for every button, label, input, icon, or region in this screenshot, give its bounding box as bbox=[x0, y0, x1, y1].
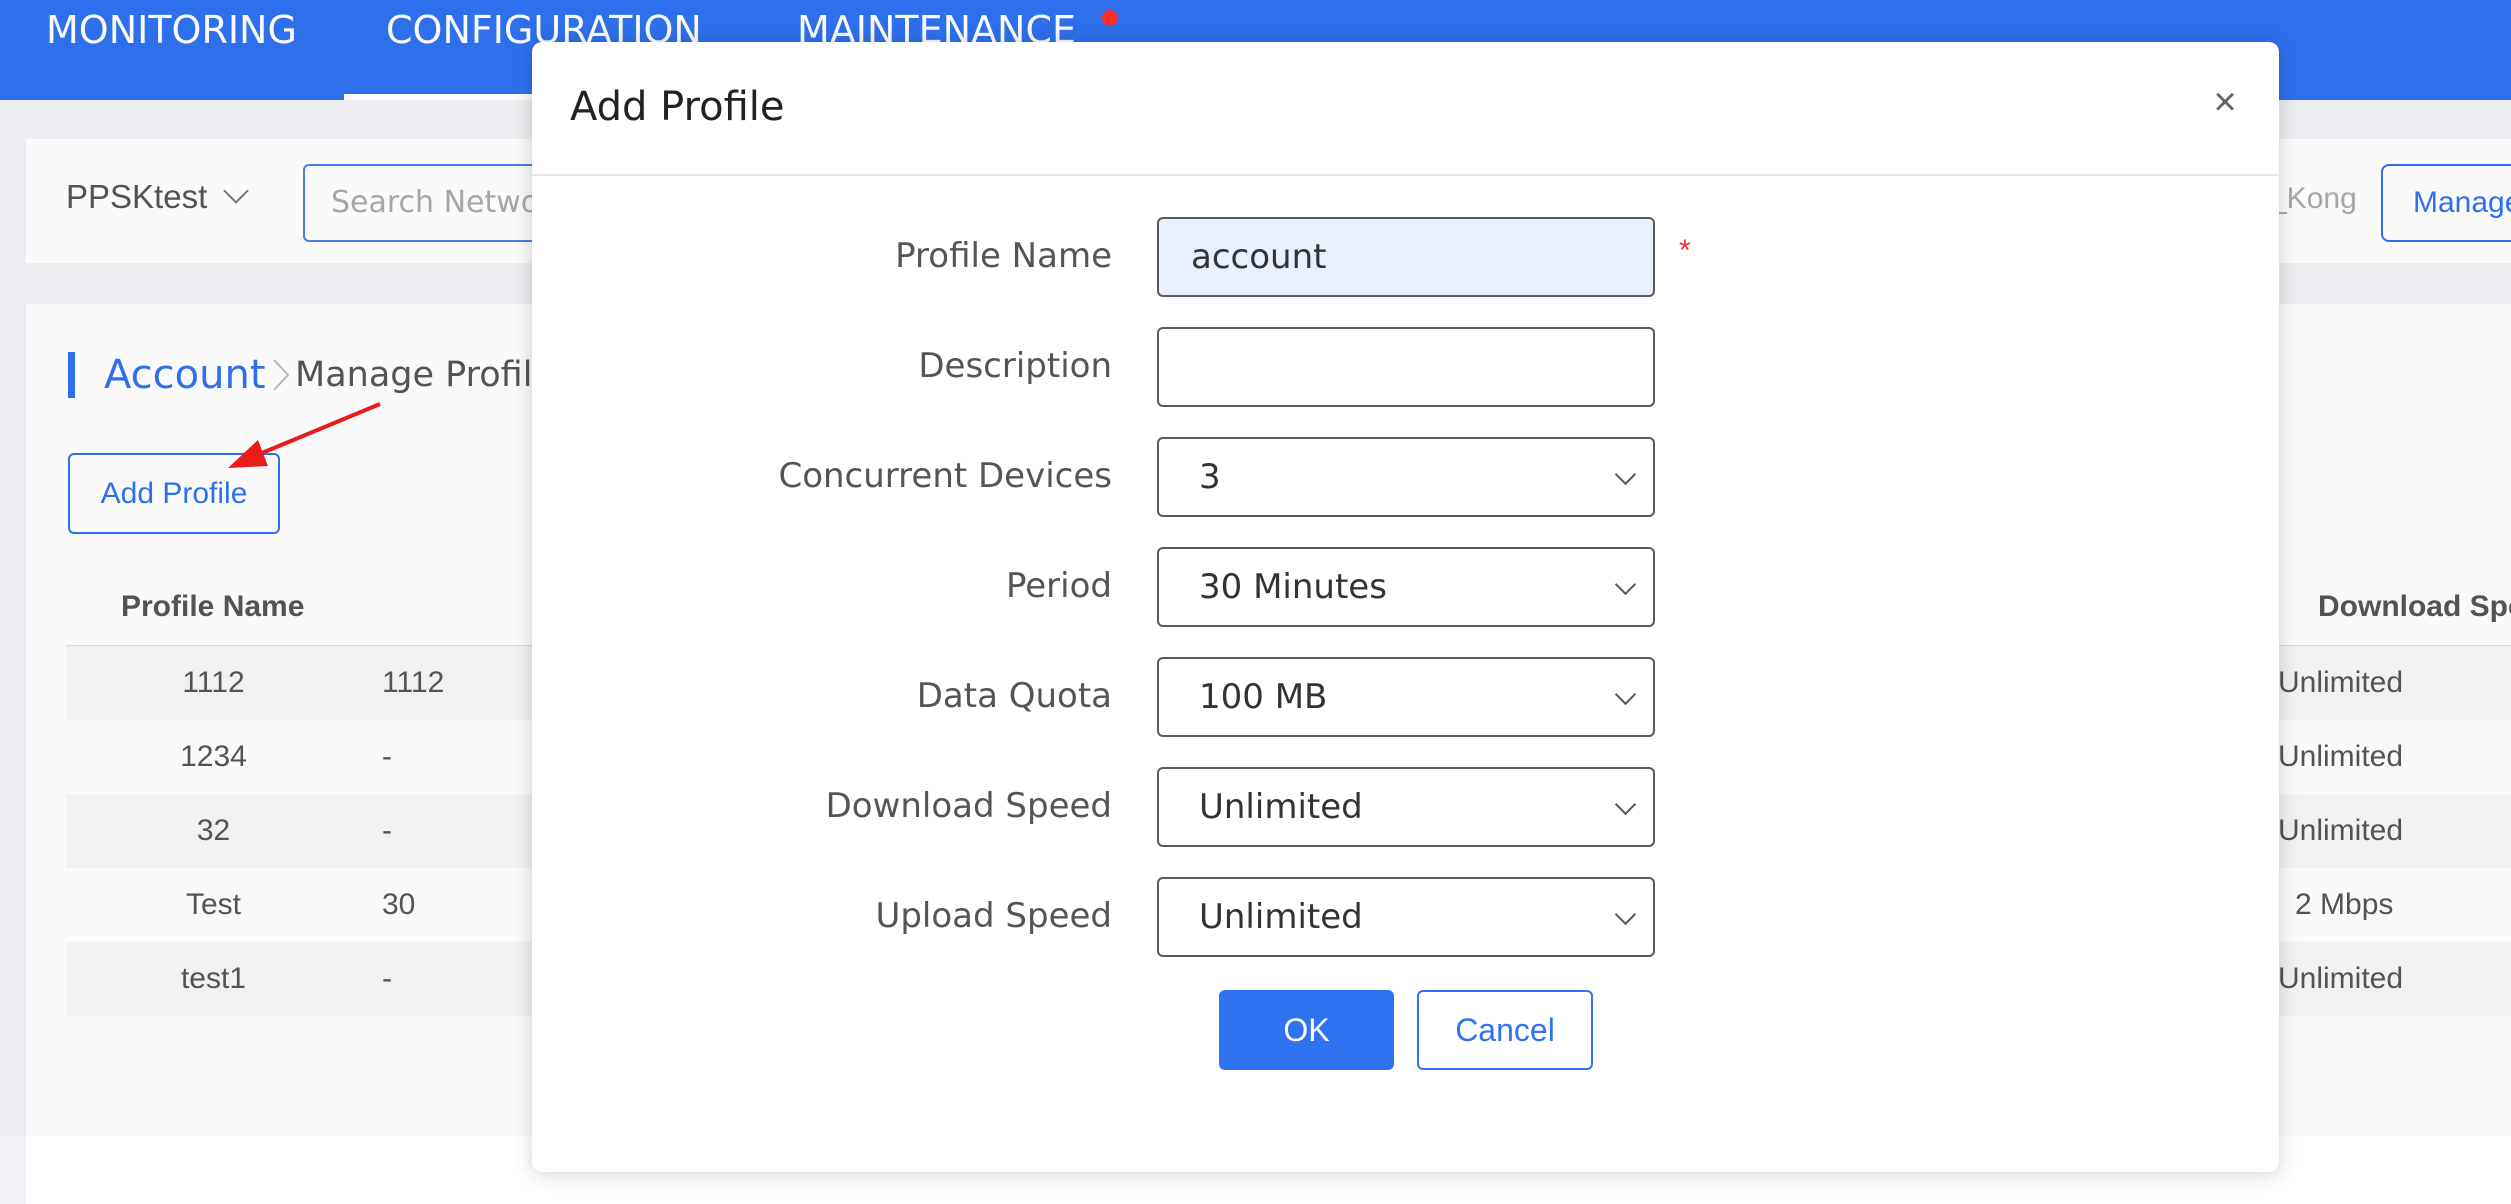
description-input[interactable] bbox=[1157, 327, 1655, 407]
concurrent-devices-value: 3 bbox=[1199, 457, 1221, 497]
chevron-down-icon bbox=[1614, 903, 1637, 926]
data-quota-select[interactable]: 100 MB bbox=[1157, 657, 1655, 737]
chevron-down-icon bbox=[1614, 683, 1637, 706]
download-speed-value: Unlimited bbox=[1199, 787, 1363, 827]
required-asterisk: * bbox=[1679, 234, 1691, 267]
chevron-down-icon bbox=[1614, 573, 1637, 596]
period-select[interactable]: 30 Minutes bbox=[1157, 547, 1655, 627]
download-speed-select[interactable]: Unlimited bbox=[1157, 767, 1655, 847]
cancel-button[interactable]: Cancel bbox=[1417, 990, 1593, 1070]
data-quota-value: 100 MB bbox=[1199, 677, 1328, 717]
chevron-down-icon bbox=[1614, 793, 1637, 816]
upload-speed-label: Upload Speed bbox=[875, 896, 1112, 936]
dialog-header-divider bbox=[532, 174, 2279, 176]
concurrent-devices-select[interactable]: 3 bbox=[1157, 437, 1655, 517]
add-profile-dialog: Add Profile × Profile Name account * Des… bbox=[532, 42, 2279, 1172]
download-speed-label: Download Speed bbox=[825, 786, 1112, 826]
ok-button[interactable]: OK bbox=[1219, 990, 1394, 1070]
dialog-title: Add Profile bbox=[570, 84, 785, 130]
data-quota-label: Data Quota bbox=[916, 676, 1112, 716]
description-label: Description bbox=[918, 346, 1112, 386]
upload-speed-value: Unlimited bbox=[1199, 897, 1363, 937]
close-icon[interactable]: × bbox=[2205, 82, 2245, 122]
profile-name-label: Profile Name bbox=[895, 236, 1112, 276]
period-value: 30 Minutes bbox=[1199, 567, 1387, 607]
profile-name-input[interactable]: account bbox=[1157, 217, 1655, 297]
concurrent-devices-label: Concurrent Devices bbox=[778, 456, 1112, 496]
chevron-down-icon bbox=[1614, 463, 1637, 486]
upload-speed-select[interactable]: Unlimited bbox=[1157, 877, 1655, 957]
period-label: Period bbox=[1005, 566, 1112, 606]
